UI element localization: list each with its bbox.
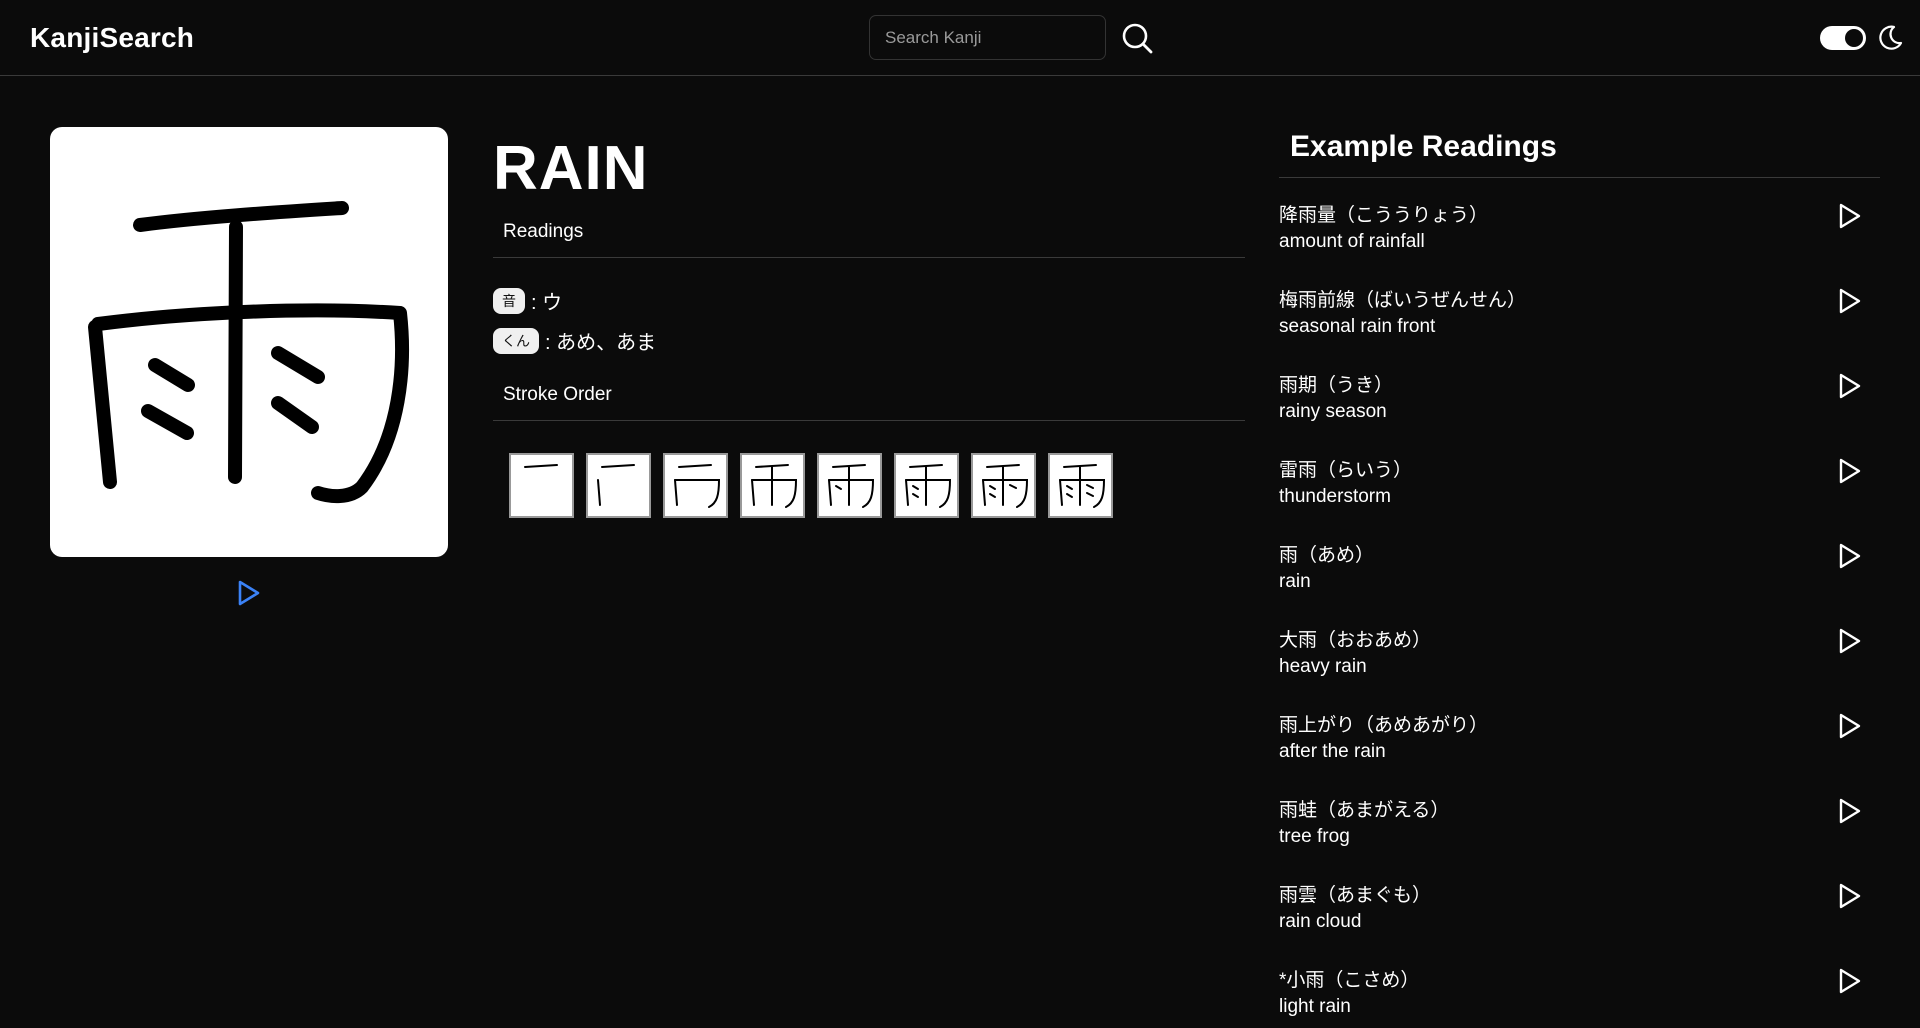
example-word: 雨蛙（あまがえる）: [1279, 800, 1450, 821]
list-item: 雨（あめ） rain: [1279, 540, 1880, 625]
play-icon[interactable]: [1838, 542, 1862, 570]
stroke-step-1: [509, 453, 574, 518]
example-meaning: amount of rainfall: [1279, 231, 1425, 252]
stroke-step-3: [663, 453, 728, 518]
stroke-step-7: [971, 453, 1036, 518]
example-readings-list: 降雨量（こううりょう） amount of rainfall 梅雨前線（ばいうぜ…: [1279, 200, 1880, 1028]
top-navbar: KanjiSearch: [0, 0, 1920, 76]
on-reading-row: 音 : ウ: [493, 286, 562, 315]
example-meaning: rainy season: [1279, 401, 1387, 422]
search-input[interactable]: [869, 15, 1106, 60]
divider: [493, 420, 1245, 421]
example-word: 大雨（おおあめ）: [1279, 630, 1432, 651]
play-icon[interactable]: [1838, 627, 1862, 655]
example-meaning: thunderstorm: [1279, 486, 1391, 507]
list-item: 雨蛙（あまがえる） tree frog: [1279, 795, 1880, 880]
divider: [1279, 177, 1880, 178]
example-word: *小雨（こさめ）: [1279, 970, 1420, 991]
kun-reading-badge: くん: [493, 327, 539, 354]
example-word: 梅雨前線（ばいうぜんせん）: [1279, 290, 1527, 311]
list-item: 雨雲（あまぐも） rain cloud: [1279, 880, 1880, 965]
play-icon[interactable]: [1838, 797, 1862, 825]
play-icon[interactable]: [1838, 372, 1862, 400]
stroke-step-4: [740, 453, 805, 518]
example-word: 雨雲（あまぐも）: [1279, 885, 1432, 906]
kun-reading-value: : あめ、あま: [545, 332, 657, 354]
readings-heading: Readings: [503, 221, 584, 242]
list-item: 大雨（おおあめ） heavy rain: [1279, 625, 1880, 710]
example-word: 雨（あめ）: [1279, 545, 1375, 566]
play-icon[interactable]: [1838, 287, 1862, 315]
stroke-step-8: [1048, 453, 1113, 518]
example-meaning: light rain: [1279, 996, 1351, 1017]
example-word: 雨上がり（あめあがり）: [1279, 715, 1489, 736]
list-item: 雷雨（らいう） thunderstorm: [1279, 455, 1880, 540]
on-reading-badge: 音: [493, 287, 525, 314]
example-meaning: after the rain: [1279, 741, 1386, 762]
example-word: 雷雨（らいう）: [1279, 460, 1413, 481]
on-reading-value: : ウ: [531, 292, 563, 314]
kanji-meaning-title: RAIN: [493, 134, 649, 203]
kun-reading-row: くん : あめ、あま: [493, 326, 656, 355]
play-icon[interactable]: [1838, 457, 1862, 485]
list-item: 雨上がり（あめあがり） after the rain: [1279, 710, 1880, 795]
moon-icon[interactable]: [1876, 24, 1904, 52]
stroke-step-6: [894, 453, 959, 518]
play-icon[interactable]: [1838, 882, 1862, 910]
stroke-order-heading: Stroke Order: [503, 384, 612, 405]
brand-logo[interactable]: KanjiSearch: [30, 22, 194, 54]
example-meaning: heavy rain: [1279, 656, 1367, 677]
example-word: 雨期（うき）: [1279, 375, 1394, 396]
play-icon[interactable]: [236, 578, 262, 608]
stroke-step-5: [817, 453, 882, 518]
play-icon[interactable]: [1838, 967, 1862, 995]
kanji-image: [50, 127, 448, 557]
divider: [493, 257, 1245, 258]
search-icon[interactable]: [1119, 20, 1155, 56]
example-meaning: seasonal rain front: [1279, 316, 1436, 337]
kanji-glyph: [88, 201, 410, 504]
theme-toggle[interactable]: [1820, 26, 1866, 50]
toggle-knob: [1845, 29, 1863, 47]
list-item: *小雨（こさめ） light rain: [1279, 965, 1880, 1028]
example-meaning: rain: [1279, 571, 1311, 592]
example-meaning: rain cloud: [1279, 911, 1362, 932]
play-icon[interactable]: [1838, 202, 1862, 230]
list-item: 降雨量（こううりょう） amount of rainfall: [1279, 200, 1880, 285]
example-readings-heading: Example Readings: [1290, 130, 1557, 163]
list-item: 梅雨前線（ばいうぜんせん） seasonal rain front: [1279, 285, 1880, 370]
example-meaning: tree frog: [1279, 826, 1350, 847]
stroke-order-list: [509, 453, 1113, 518]
example-word: 降雨量（こううりょう）: [1279, 205, 1489, 226]
play-icon[interactable]: [1838, 712, 1862, 740]
list-item: 雨期（うき） rainy season: [1279, 370, 1880, 455]
stroke-step-2: [586, 453, 651, 518]
